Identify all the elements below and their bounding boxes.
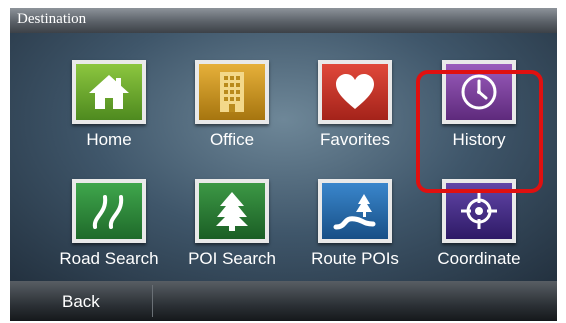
tile-label: Coordinate xyxy=(437,249,521,268)
tile-label: Road Search xyxy=(59,249,159,268)
tile-coordinate[interactable]: Coordinate xyxy=(417,179,541,269)
tile-label: Route POIs xyxy=(311,249,399,268)
tree-icon xyxy=(195,179,269,243)
route-icon xyxy=(318,179,392,243)
tile-poi-search[interactable]: POI Search xyxy=(170,179,294,269)
tile-favorites[interactable]: Favorites xyxy=(293,60,417,150)
crosshair-icon xyxy=(442,179,516,243)
title-bar: Destination xyxy=(10,8,557,33)
back-label: Back xyxy=(62,292,100,311)
heart-icon xyxy=(318,60,392,124)
tile-home[interactable]: Home xyxy=(47,60,171,150)
tile-route-pois[interactable]: Route POIs xyxy=(293,179,417,269)
tile-history[interactable]: History xyxy=(417,60,541,150)
page-title: Destination xyxy=(17,11,87,27)
divider xyxy=(152,285,153,317)
office-building-icon xyxy=(195,60,269,124)
road-icon xyxy=(72,179,146,243)
tile-label: POI Search xyxy=(188,249,276,268)
tile-label: History xyxy=(452,130,506,149)
destination-menu: Home Office Favorites History Road Searc… xyxy=(10,33,557,281)
tile-label: Home xyxy=(86,130,132,149)
back-button[interactable]: Back xyxy=(10,281,152,321)
tile-office[interactable]: Office xyxy=(170,60,294,150)
tile-label: Office xyxy=(209,130,255,149)
home-icon xyxy=(72,60,146,124)
bottom-bar: Back xyxy=(10,281,557,321)
tile-road-search[interactable]: Road Search xyxy=(47,179,171,269)
screen: Destination Home Office Favorites Histor… xyxy=(10,8,557,321)
tile-label: Favorites xyxy=(320,130,390,149)
clock-icon xyxy=(442,60,516,124)
